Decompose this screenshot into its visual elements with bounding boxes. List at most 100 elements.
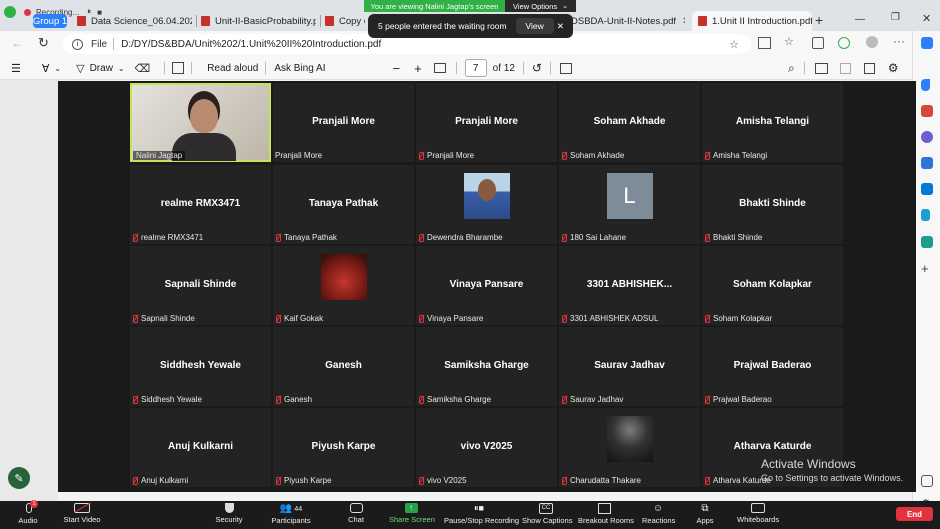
- zoom-out-icon[interactable]: −: [392, 61, 400, 76]
- participant-tile[interactable]: Kaif Gokak: [273, 246, 414, 325]
- page-number-input[interactable]: 7: [464, 59, 487, 77]
- highlight-icon[interactable]: ∀: [42, 62, 50, 75]
- settings-gear-icon[interactable]: ⚙: [888, 61, 899, 75]
- tab-unit-ii-introduction[interactable]: 1.Unit II Introduction.pdf✕: [692, 11, 812, 31]
- participant-tile[interactable]: Ganesh Ganesh: [273, 327, 414, 406]
- shopping-tag-icon[interactable]: [921, 79, 930, 91]
- apps-label: Apps: [696, 516, 714, 525]
- muted-mic-icon: [132, 395, 138, 404]
- participant-tile[interactable]: Piyush Karpe Piyush Karpe: [273, 408, 414, 487]
- save-icon[interactable]: [839, 62, 851, 74]
- end-meeting-button[interactable]: End: [896, 507, 933, 521]
- office-icon[interactable]: [921, 157, 933, 169]
- participant-tile[interactable]: realme RMX3471 realme RMX3471: [130, 165, 271, 244]
- print-icon[interactable]: [814, 62, 828, 74]
- chevron-down-icon[interactable]: ⌄: [54, 64, 61, 73]
- close-icon[interactable]: ✕: [682, 16, 685, 27]
- games-icon[interactable]: [921, 131, 933, 143]
- text-icon[interactable]: [172, 62, 185, 74]
- audio-button[interactable]: 1 Audio: [14, 500, 42, 525]
- sidebar-layout-icon[interactable]: [921, 475, 933, 487]
- shield-icon: [224, 503, 234, 513]
- view-waiting-room-button[interactable]: View: [515, 18, 554, 34]
- breakout-rooms-button[interactable]: Breakout Rooms: [578, 503, 634, 525]
- contents-icon[interactable]: ☰: [11, 62, 21, 75]
- participant-tile[interactable]: vivo V2025 vivo V2025: [416, 408, 557, 487]
- participant-tile[interactable]: Sapnali Shinde Sapnali Shinde: [130, 246, 271, 325]
- rotate-icon[interactable]: ↺: [532, 61, 542, 75]
- info-icon[interactable]: i: [72, 38, 83, 50]
- read-aloud-button[interactable]: Read aloud: [207, 63, 258, 74]
- more-icon[interactable]: ···: [893, 34, 905, 48]
- back-icon[interactable]: ←: [11, 36, 23, 50]
- pause-stop-recording-button[interactable]: ⏸■ Pause/Stop Recording: [444, 503, 519, 525]
- chat-button[interactable]: Chat: [344, 503, 368, 524]
- tab-basic-probability[interactable]: Unit-II-BasicProbability.p✕: [201, 11, 316, 31]
- ask-bing-button[interactable]: Ask Bing AI: [274, 63, 325, 74]
- annotate-pen-icon[interactable]: ✎: [8, 467, 30, 489]
- participant-tile[interactable]: Charudatta Thakare: [559, 408, 700, 487]
- restore-icon[interactable]: ❐: [891, 12, 900, 23]
- favorites-icon[interactable]: ☆: [784, 35, 794, 48]
- close-icon[interactable]: ✕: [557, 21, 564, 32]
- minimize-icon[interactable]: —: [855, 14, 865, 25]
- reactions-button[interactable]: ☺ Reactions: [642, 503, 675, 525]
- add-icon[interactable]: +: [921, 261, 933, 276]
- participant-tile[interactable]: Prajwal Baderao Prajwal Baderao: [702, 327, 843, 406]
- tab-group-1[interactable]: Group 1: [33, 14, 67, 28]
- tab-data-science[interactable]: Data Science_06.04.2021.p✕: [77, 11, 192, 31]
- show-captions-button[interactable]: CC Show Captions: [522, 503, 572, 525]
- drop-icon[interactable]: [921, 236, 933, 248]
- refresh-icon[interactable]: ↻: [38, 35, 49, 51]
- extension-icon[interactable]: [838, 37, 850, 49]
- save-as-icon[interactable]: [863, 62, 875, 74]
- participant-display-name: Piyush Karpe: [311, 441, 376, 452]
- draw-button[interactable]: Draw: [90, 63, 113, 74]
- participant-tile[interactable]: Dewendra Bharambe: [416, 165, 557, 244]
- recording-shield-icon: [4, 6, 16, 18]
- participant-tile[interactable]: Pranjali More Pranjali More: [273, 83, 414, 162]
- participant-tile[interactable]: Vinaya Pansare Vinaya Pansare: [416, 246, 557, 325]
- bing-copilot-icon[interactable]: [921, 37, 933, 49]
- new-tab-icon[interactable]: +: [815, 12, 823, 28]
- page-view-icon[interactable]: [559, 62, 572, 74]
- profile-avatar[interactable]: [866, 36, 878, 48]
- apps-button[interactable]: ⧉ Apps: [696, 503, 714, 525]
- tools-briefcase-icon[interactable]: [921, 105, 933, 117]
- favorite-icon[interactable]: ☆: [729, 38, 739, 51]
- collections-icon[interactable]: [812, 37, 824, 49]
- send-icon[interactable]: [921, 209, 930, 221]
- reader-icon[interactable]: [758, 37, 771, 49]
- close-window-icon[interactable]: ✕: [922, 12, 931, 25]
- participant-tile[interactable]: Soham Kolapkar Soham Kolapkar: [702, 246, 843, 325]
- eraser-icon[interactable]: ⌫: [135, 62, 151, 75]
- zoom-in-icon[interactable]: +: [414, 61, 422, 76]
- share-screen-button[interactable]: ↑ Share Screen: [389, 503, 435, 524]
- outlook-icon[interactable]: [921, 183, 933, 195]
- participant-tile[interactable]: Samiksha Gharge Samiksha Gharge: [416, 327, 557, 406]
- tab-dsbda-notes[interactable]: DSBDA-Unit-II-Notes.pdf ✕: [571, 11, 685, 31]
- participant-tile[interactable]: 3301 ABHISHEK... 3301 ABHISHEK ADSUL: [559, 246, 700, 325]
- whiteboards-button[interactable]: Whiteboards: [737, 503, 779, 524]
- participant-name-label: realme RMX3471: [132, 233, 203, 242]
- participant-tile[interactable]: Anuj Kulkarni Anuj Kulkarni: [130, 408, 271, 487]
- participant-tile[interactable]: Bhakti Shinde Bhakti Shinde: [702, 165, 843, 244]
- tab-copy-of[interactable]: Copy of: [325, 11, 365, 31]
- participant-tile[interactable]: Amisha Telangi Amisha Telangi: [702, 83, 843, 162]
- start-video-button[interactable]: Start Video: [62, 502, 102, 524]
- participants-button[interactable]: 👥 44 Participants: [270, 503, 312, 525]
- participant-name-label: Soham Akhade: [561, 151, 624, 160]
- security-button[interactable]: Security: [213, 503, 245, 524]
- participant-label-text: Samiksha Gharge: [427, 395, 492, 404]
- participant-tile[interactable]: Tanaya Pathak Tanaya Pathak: [273, 165, 414, 244]
- participant-tile[interactable]: Siddhesh Yewale Siddhesh Yewale: [130, 327, 271, 406]
- chevron-down-icon[interactable]: ⌄: [118, 64, 125, 73]
- participant-tile[interactable]: Saurav Jadhav Saurav Jadhav: [559, 327, 700, 406]
- participant-tile[interactable]: L 180 Sai Lahane: [559, 165, 700, 244]
- search-icon[interactable]: ⌕: [788, 61, 795, 76]
- participant-tile[interactable]: Pranjali More Pranjali More: [416, 83, 557, 162]
- participant-tile[interactable]: Soham Akhade Soham Akhade: [559, 83, 700, 162]
- fit-page-icon[interactable]: [433, 63, 446, 73]
- view-options-button[interactable]: View Options ⌄: [505, 0, 576, 12]
- participant-tile[interactable]: Nalini Jagtap: [130, 83, 271, 162]
